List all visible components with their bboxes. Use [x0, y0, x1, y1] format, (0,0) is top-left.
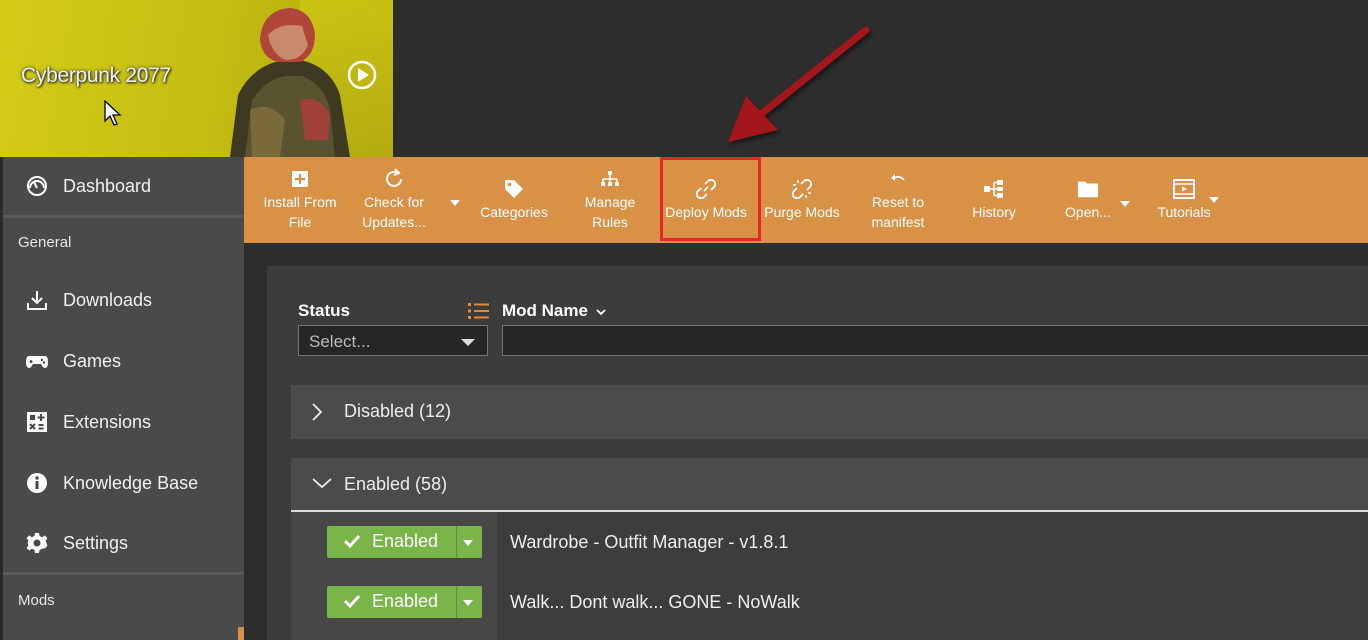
gear-icon	[25, 531, 49, 555]
extensions-icon	[25, 410, 49, 434]
sidebar-item-label: Extensions	[63, 411, 152, 432]
refresh-icon	[383, 168, 405, 190]
sidebar-item-games[interactable]: Games	[3, 332, 244, 390]
top-empty-area	[393, 0, 1368, 157]
group-label: Enabled (58)	[344, 474, 448, 494]
install-from-file-button[interactable]: Install From File	[258, 157, 342, 243]
mouse-cursor-icon	[104, 100, 122, 126]
manage-rules-label: Manage Rules	[584, 194, 636, 230]
mod-status-toggle[interactable]: Enabled	[327, 586, 482, 618]
open-dropdown-icon[interactable]	[1120, 201, 1130, 207]
info-icon	[25, 471, 49, 495]
status-dropdown-icon[interactable]	[463, 600, 473, 606]
sidebar-item-dashboard[interactable]: Dashboard	[3, 157, 244, 215]
deploy-mods-highlight	[660, 157, 761, 241]
status-column-header[interactable]: Status	[298, 301, 350, 321]
panel-gutter	[244, 266, 267, 640]
section-general: General	[18, 234, 72, 251]
open-label: Open...	[1065, 204, 1111, 220]
sidebar-item-downloads[interactable]: Downloads	[3, 271, 244, 329]
tutorials-dropdown-icon[interactable]	[1209, 197, 1219, 203]
split-separator	[456, 586, 457, 618]
sort-chevron-icon	[596, 309, 606, 316]
check-for-updates-button[interactable]: Check for Updates...	[354, 157, 434, 243]
download-icon	[25, 288, 49, 312]
mod-name-filter-input[interactable]	[502, 325, 1368, 356]
reset-to-manifest-button[interactable]: Reset to manifest	[854, 157, 942, 243]
history-label: History	[972, 204, 1016, 220]
check-updates-dropdown-icon[interactable]	[450, 200, 460, 206]
mod-name-column-label: Mod Name	[502, 301, 588, 320]
sidebar-item-extensions[interactable]: Extensions	[3, 393, 244, 451]
panel-gutter	[244, 243, 1368, 266]
mod-name-column-header[interactable]: Mod Name	[502, 301, 607, 321]
group-enabled[interactable]: Enabled (58)	[291, 458, 1368, 510]
install-from-file-label: Install From File	[263, 194, 337, 230]
categories-button[interactable]: Categories	[472, 157, 556, 243]
status-filter-placeholder: Select...	[309, 332, 371, 351]
sidebar-item-label: Games	[63, 350, 122, 371]
folder-icon	[1077, 178, 1099, 200]
mod-status-label: Enabled	[372, 531, 439, 551]
mod-status-label: Enabled	[372, 591, 439, 611]
toolbar: Install From File Check for Updates... C…	[244, 157, 1368, 243]
check-icon	[343, 594, 361, 608]
broken-link-icon	[791, 178, 813, 200]
status-dropdown-icon[interactable]	[463, 540, 473, 546]
gamepad-icon	[25, 349, 49, 373]
group-disabled[interactable]: Disabled (12)	[291, 385, 1368, 439]
divider	[3, 572, 244, 575]
sidebar: Dashboard General Downloads Games Extens…	[3, 157, 244, 640]
sidebar-item-label: Dashboard	[63, 175, 152, 196]
play-icon[interactable]	[347, 60, 377, 90]
manage-rules-button[interactable]: Manage Rules	[568, 157, 652, 243]
chevron-down-icon	[312, 478, 332, 489]
mod-status-toggle[interactable]: Enabled	[327, 526, 482, 558]
purge-mods-button[interactable]: Purge Mods	[758, 157, 846, 243]
history-tree-icon	[983, 178, 1005, 200]
status-filter-select[interactable]: Select...	[298, 325, 488, 356]
undo-icon	[887, 168, 909, 190]
sidebar-item-settings[interactable]: Settings	[3, 514, 244, 572]
mod-name[interactable]: Wardrobe - Outfit Manager - v1.8.1	[510, 532, 788, 553]
divider	[3, 215, 244, 218]
column-list-icon[interactable]	[467, 301, 490, 321]
film-icon	[1173, 178, 1195, 200]
sidebar-item-label: Downloads	[63, 289, 153, 310]
hierarchy-icon	[599, 168, 621, 190]
chevron-right-icon	[312, 403, 323, 421]
plus-box-icon	[289, 168, 311, 190]
section-mods: Mods	[18, 592, 55, 609]
history-button[interactable]: History	[950, 157, 1038, 243]
categories-label: Categories	[480, 204, 548, 220]
purge-mods-label: Purge Mods	[764, 204, 840, 220]
gauge-icon	[25, 174, 49, 198]
tutorials-label: Tutorials	[1157, 204, 1211, 220]
sidebar-item-label: Knowledge Base	[63, 472, 199, 493]
split-separator	[456, 526, 457, 558]
sidebar-item-label: Settings	[63, 532, 129, 553]
check-icon	[343, 534, 361, 548]
group-label: Disabled (12)	[344, 401, 452, 421]
reset-to-manifest-label: Reset to manifest	[871, 194, 925, 230]
open-button[interactable]: Open...	[1046, 157, 1130, 243]
character-art	[230, 8, 350, 157]
mod-name[interactable]: Walk... Dont walk... GONE - NoWalk	[510, 592, 800, 613]
tag-icon	[503, 178, 525, 200]
game-banner[interactable]: Cyberpunk 2077	[0, 0, 393, 157]
chevron-down-icon	[461, 339, 475, 346]
game-title: Cyberpunk 2077	[21, 64, 171, 87]
check-for-updates-label: Check for Updates...	[362, 194, 426, 230]
sidebar-item-knowledge-base[interactable]: Knowledge Base	[3, 454, 244, 512]
